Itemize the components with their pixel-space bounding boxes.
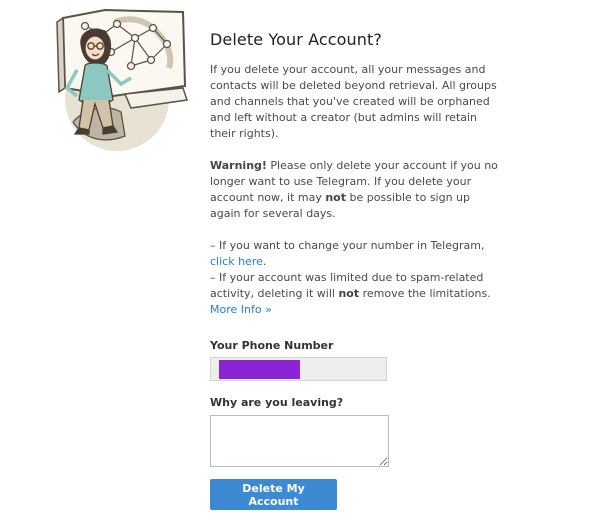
click-here-link[interactable]: click here: [210, 255, 263, 268]
warning-paragraph: Warning! Please only delete your account…: [210, 158, 500, 222]
phone-number-label: Your Phone Number: [210, 339, 334, 352]
reason-label: Why are you leaving?: [210, 396, 344, 409]
spam-text-2: remove the limitations.: [359, 287, 491, 300]
reason-textarea[interactable]: [210, 415, 389, 467]
more-info-link[interactable]: More Info »: [210, 303, 272, 316]
warning-label: Warning!: [210, 159, 267, 172]
delete-account-button[interactable]: Delete My Account: [210, 479, 337, 510]
phone-number-redaction: [219, 360, 300, 379]
warning-emphasis: not: [325, 191, 346, 204]
intro-paragraph: If you delete your account, all your mes…: [210, 63, 497, 140]
telegram-illustration: [56, 8, 188, 151]
change-number-text: – If you want to change your number in T…: [210, 239, 485, 252]
spam-emphasis: not: [338, 287, 360, 300]
change-number-note: – If you want to change your number in T…: [210, 238, 500, 270]
phone-number-field: [210, 357, 387, 381]
spam-note: – If your account was limited due to spa…: [210, 270, 500, 318]
change-number-end: .: [262, 255, 267, 268]
main-content: Delete Your Account? If you delete your …: [210, 30, 500, 318]
page-title: Delete Your Account?: [210, 30, 382, 49]
